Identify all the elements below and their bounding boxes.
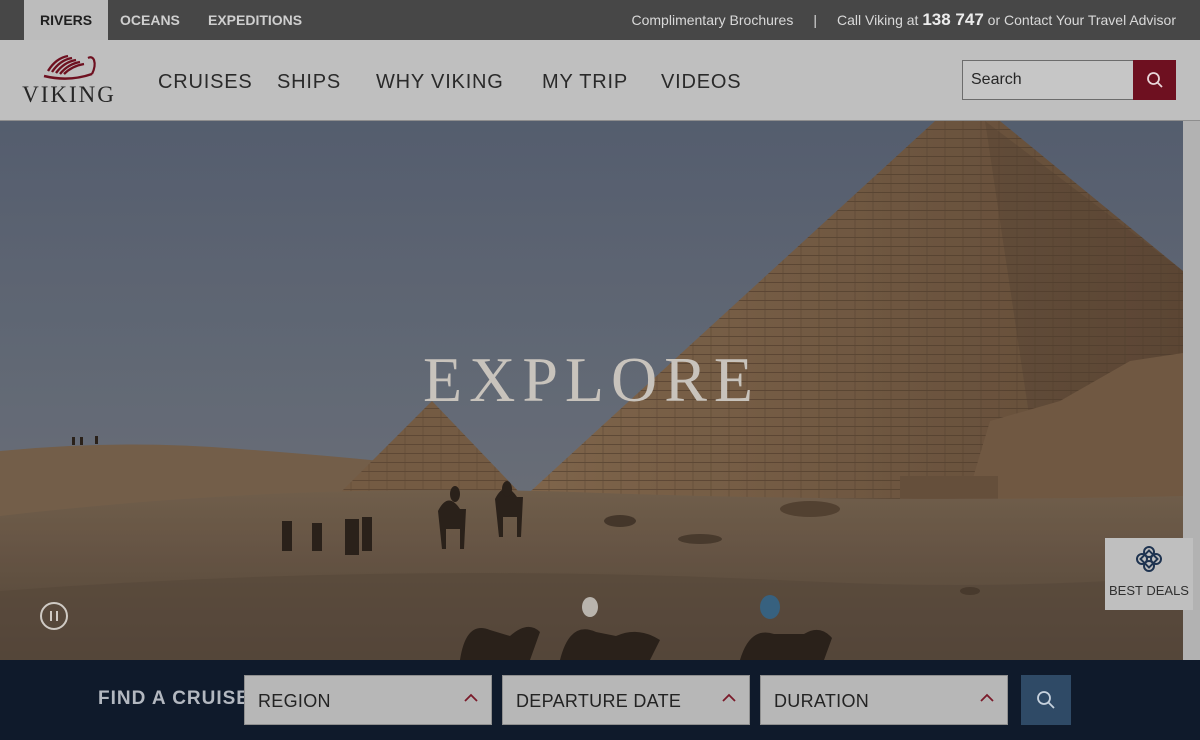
chevron-up-icon	[722, 693, 736, 702]
search-button[interactable]	[1133, 60, 1176, 100]
travel-advisor-link[interactable]: or Contact Your Travel Advisor	[988, 12, 1176, 28]
find-a-cruise-bar: FIND A CRUISE REGION DEPARTURE DATE DURA…	[0, 660, 1200, 740]
best-deals-button[interactable]: BEST DEALS	[1105, 538, 1193, 610]
departure-date-select[interactable]: DEPARTURE DATE	[502, 675, 750, 725]
best-deals-label: BEST DEALS	[1109, 583, 1189, 598]
logo-wordmark: VIKING	[22, 82, 116, 107]
chevron-up-icon	[464, 693, 478, 702]
top-separator: |	[813, 12, 817, 28]
nav-cruises[interactable]: CRUISES	[158, 40, 253, 121]
search-icon	[1146, 72, 1163, 88]
duration-select-label: DURATION	[774, 691, 870, 711]
nav-why-viking[interactable]: WHY VIKING	[376, 40, 504, 121]
find-a-cruise-label: FIND A CRUISE	[98, 688, 250, 709]
knot-icon	[1136, 546, 1162, 572]
chevron-up-icon	[980, 693, 994, 702]
longship-icon	[43, 54, 96, 80]
departure-date-select-label: DEPARTURE DATE	[516, 691, 682, 711]
nav-videos[interactable]: VIDEOS	[661, 40, 741, 121]
search-input[interactable]	[962, 60, 1134, 100]
find-cruise-search-button[interactable]	[1021, 675, 1071, 725]
region-select[interactable]: REGION	[244, 675, 492, 725]
viking-logo[interactable]: VIKING	[22, 52, 116, 108]
tab-rivers[interactable]: RIVERS	[24, 0, 109, 40]
hero-title: EXPLORE	[423, 344, 760, 415]
top-bar: RIVERS OCEANS EXPEDITIONS Complimentary …	[0, 0, 1200, 40]
tab-oceans[interactable]: OCEANS	[120, 0, 180, 40]
phone-number[interactable]: 138 747	[922, 10, 983, 29]
brochures-link[interactable]: Complimentary Brochures	[632, 12, 794, 28]
call-prefix: Call Viking at	[836, 12, 919, 28]
main-header: VIKING CRUISES SHIPS WHY VIKING MY TRIP …	[0, 40, 1200, 121]
slideshow-pause-button[interactable]	[40, 602, 68, 630]
pause-icon	[50, 611, 52, 621]
hero-banner: EXPLORE	[0, 121, 1183, 660]
tab-expeditions[interactable]: EXPEDITIONS	[208, 0, 302, 40]
region-select-label: REGION	[258, 691, 331, 711]
top-contact: Complimentary Brochures | Call Viking at 1…	[632, 0, 1177, 40]
search-icon	[1037, 691, 1055, 709]
duration-select[interactable]: DURATION	[760, 675, 1008, 725]
nav-my-trip[interactable]: MY TRIP	[542, 40, 628, 121]
nav-ships[interactable]: SHIPS	[277, 40, 341, 121]
